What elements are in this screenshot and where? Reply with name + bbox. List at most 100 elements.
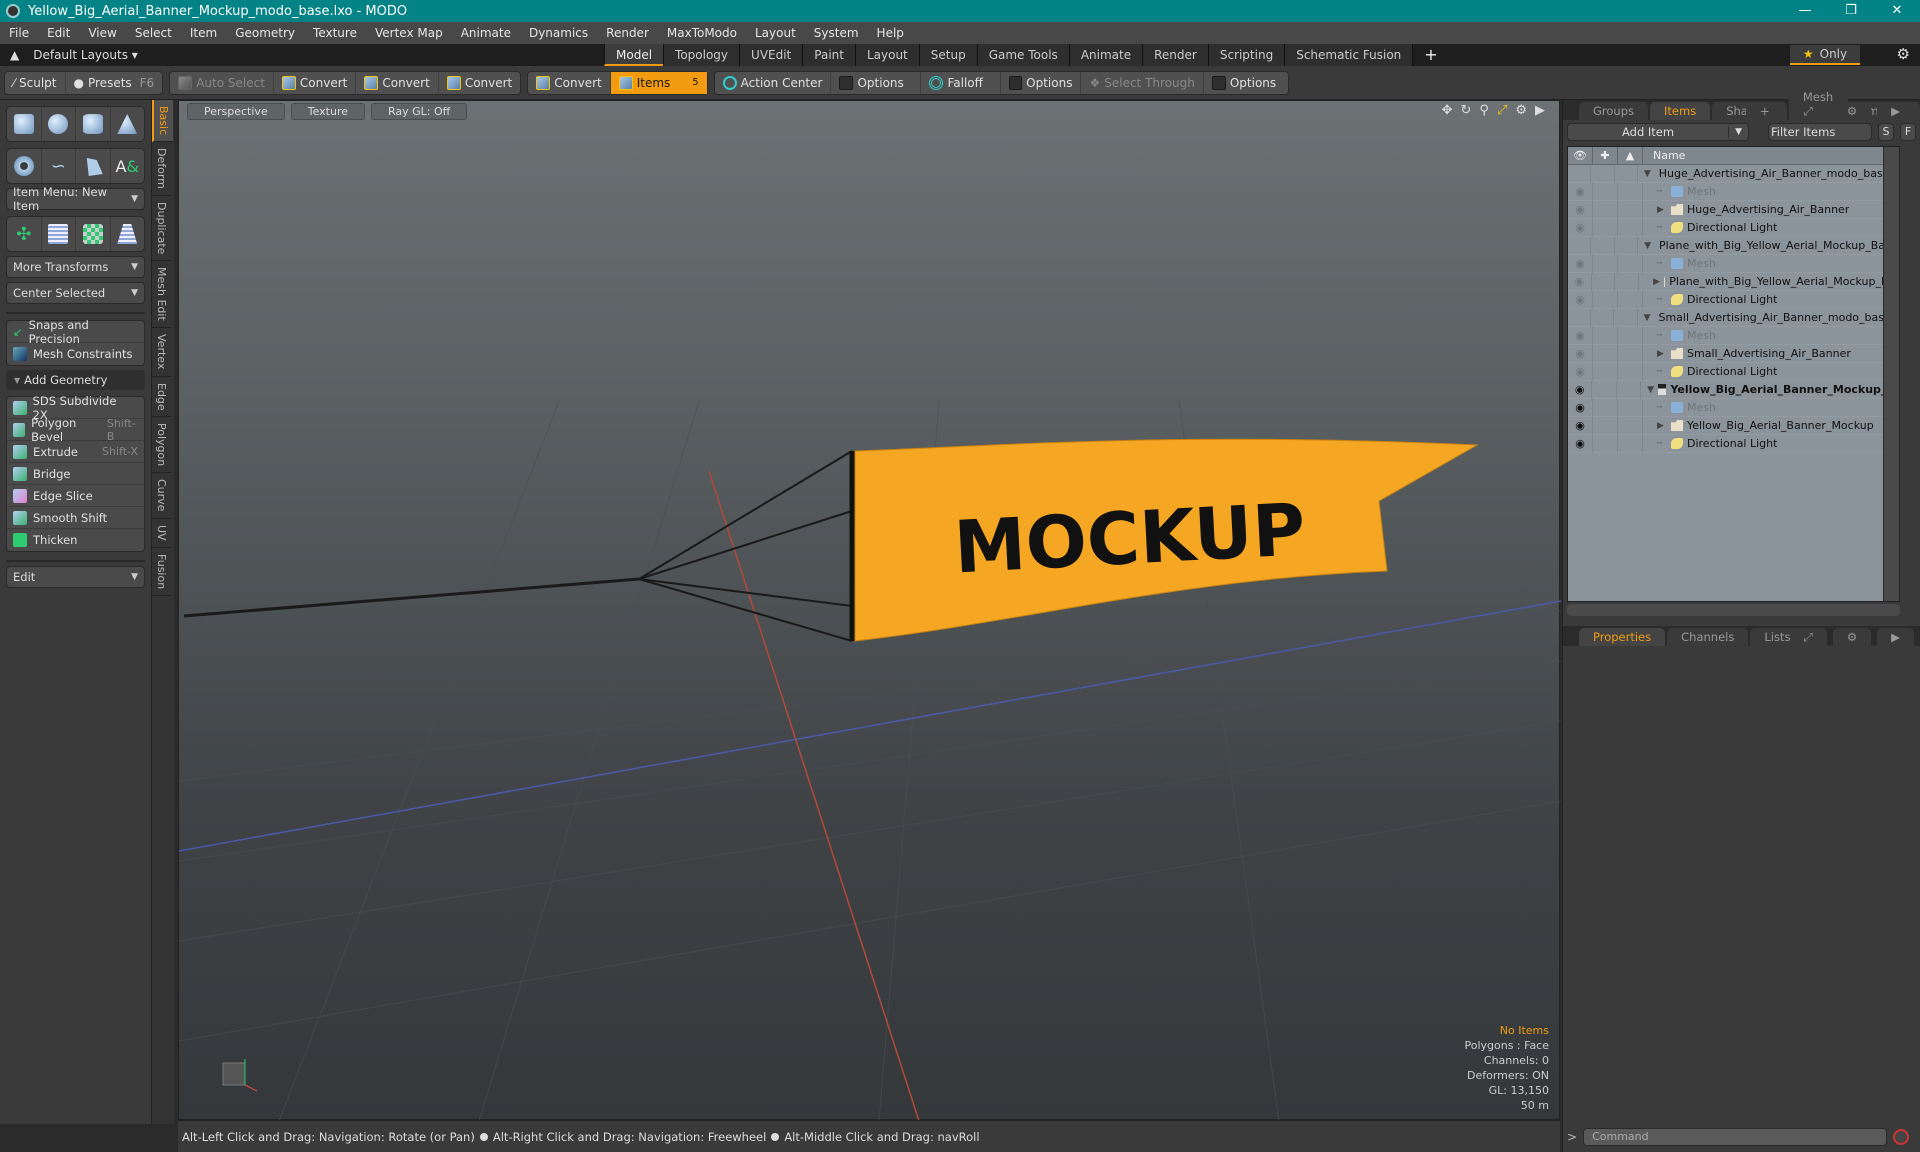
tree-row[interactable]: ◉ ▶ Plane_with_Big_Yellow_Aerial_Mockup_B.…: [1568, 272, 1899, 291]
axis-cell[interactable]: [1618, 218, 1643, 237]
lock-cell[interactable]: [1593, 344, 1618, 363]
bridge-button[interactable]: Bridge: [7, 463, 144, 485]
tree-row[interactable]: ◉ ┈ Directional Light: [1568, 218, 1899, 237]
edit-dropdown[interactable]: Edit ▼: [6, 566, 145, 588]
tree-item-name[interactable]: ▶ Huge_Advertising_Air_Banner: [1643, 203, 1849, 216]
tree-item-name[interactable]: ┈ Mesh: [1643, 257, 1716, 270]
tab-animate[interactable]: Animate: [1068, 44, 1143, 66]
tab-properties[interactable]: Properties: [1579, 628, 1666, 646]
visibility-eye-icon[interactable]: ◉: [1568, 272, 1592, 291]
tab-scripting[interactable]: Scripting: [1207, 44, 1285, 66]
presets-button[interactable]: ● Presets F6: [66, 72, 163, 94]
visibility-eye-icon[interactable]: ◉: [1568, 290, 1593, 309]
tree-item-name[interactable]: ▶ Small_Advertising_Air_Banner: [1643, 347, 1851, 360]
menu-file[interactable]: File: [0, 26, 38, 40]
tree-item-name[interactable]: ▶ Plane_with_Big_Yellow_Aerial_Mockup_B..…: [1639, 275, 1899, 288]
tab-layout[interactable]: Layout: [854, 44, 919, 66]
visibility-eye-icon[interactable]: ◉: [1568, 344, 1593, 363]
axis-cell[interactable]: [1618, 290, 1643, 309]
visibility-eye-icon[interactable]: ◉: [1568, 326, 1593, 345]
tree-row[interactable]: ▼ Plane_with_Big_Yellow_Aerial_Mockup_Ban…: [1568, 236, 1899, 255]
thicken-button[interactable]: Thicken: [7, 529, 144, 551]
vtab-polygon[interactable]: Polygon: [152, 417, 171, 474]
tree-row[interactable]: ◉ ┈ Directional Light: [1568, 434, 1899, 453]
smooth-shift-button[interactable]: Smooth Shift: [7, 507, 144, 529]
taper-button[interactable]: [111, 217, 145, 251]
vtab-basic[interactable]: Basic: [152, 100, 173, 143]
tab-model[interactable]: Model: [604, 44, 664, 66]
maximize-icon[interactable]: ⤢: [1497, 103, 1507, 118]
menu-geometry[interactable]: Geometry: [226, 26, 304, 40]
axis-cell[interactable]: [1618, 398, 1643, 417]
expand-triangle-icon[interactable]: ▶: [1657, 205, 1667, 215]
minimize-button[interactable]: —: [1782, 0, 1828, 22]
visibility-column-icon[interactable]: 👁: [1568, 146, 1593, 165]
tree-row[interactable]: ◉ ┈ Mesh: [1568, 398, 1899, 417]
lock-cell[interactable]: [1592, 380, 1617, 399]
expand-triangle-icon[interactable]: ▶: [1653, 277, 1660, 287]
perspective-view-button[interactable]: Perspective: [187, 103, 285, 120]
f-filter-button[interactable]: F: [1900, 123, 1916, 141]
tab-channels[interactable]: Channels: [1667, 628, 1749, 646]
lock-cell[interactable]: [1593, 362, 1618, 381]
close-button[interactable]: ✕: [1874, 0, 1920, 22]
visibility-eye-icon[interactable]: [1568, 236, 1592, 255]
lock-cell[interactable]: [1591, 236, 1615, 255]
visibility-eye-icon[interactable]: ◉: [1568, 434, 1593, 453]
cone-primitive-button[interactable]: [111, 107, 145, 141]
items-mode-button[interactable]: Items 5: [610, 71, 707, 94]
lock-cell[interactable]: [1593, 434, 1618, 453]
visibility-eye-icon[interactable]: ◉: [1568, 380, 1593, 399]
menu-maxtomodo[interactable]: MaxToModo: [658, 26, 746, 40]
more-transforms-dropdown[interactable]: More Transforms ▼: [6, 256, 145, 278]
menu-dynamics[interactable]: Dynamics: [520, 26, 597, 40]
falloff-button[interactable]: Falloff: [921, 71, 1002, 94]
tree-row[interactable]: ◉ ▶ Huge_Advertising_Air_Banner: [1568, 200, 1899, 219]
tree-item-name[interactable]: ▼ Huge_Advertising_Air_Banner_modo_base .…: [1638, 167, 1899, 180]
expand-arrow-icon[interactable]: ▶: [1877, 102, 1914, 121]
maximize-icon[interactable]: ⤢: [1789, 102, 1827, 121]
tree-row[interactable]: ◉ ┈ Mesh: [1568, 326, 1899, 345]
spiral-primitive-button[interactable]: ∽: [42, 149, 76, 183]
extrude-button[interactable]: Extrude Shift-X: [7, 441, 144, 463]
axis-cell[interactable]: [1615, 236, 1639, 255]
rotate-icon[interactable]: ↻: [1461, 103, 1472, 118]
tree-row[interactable]: ◉ ▶ Yellow_Big_Aerial_Banner_Mockup: [1568, 416, 1899, 435]
snaps-and-precision-button[interactable]: ↙ Snaps and Precision: [7, 318, 144, 346]
visibility-eye-icon[interactable]: ◉: [1568, 218, 1593, 237]
axis-cell[interactable]: [1615, 272, 1640, 291]
torus-primitive-button[interactable]: [7, 149, 42, 183]
texture-shading-button[interactable]: Texture: [290, 103, 365, 120]
axis-cell[interactable]: [1614, 308, 1638, 327]
deform-grid-button[interactable]: [42, 217, 76, 251]
tree-row[interactable]: ▼ Huge_Advertising_Air_Banner_modo_base .…: [1568, 164, 1899, 183]
falloff-options-button[interactable]: Options: [1001, 71, 1082, 94]
visibility-eye-icon[interactable]: ◉: [1568, 362, 1593, 381]
tab-game-tools[interactable]: Game Tools: [976, 44, 1069, 66]
select-through-options-button[interactable]: Options: [1204, 72, 1288, 94]
gear-icon[interactable]: ⚙: [1832, 102, 1872, 121]
edge-slice-button[interactable]: Edge Slice: [7, 485, 144, 507]
lock-cell[interactable]: [1593, 218, 1618, 237]
record-icon[interactable]: [1893, 1129, 1910, 1145]
name-column-header[interactable]: Name: [1643, 149, 1685, 162]
axis-cell[interactable]: [1618, 326, 1643, 345]
collapse-triangle-icon[interactable]: ▼: [1647, 385, 1654, 395]
tab-setup[interactable]: Setup: [918, 44, 977, 66]
tree-row[interactable]: ▼ Small_Advertising_Air_Banner_modo_base …: [1568, 308, 1899, 327]
text-tool-button[interactable]: A&: [111, 149, 145, 183]
restore-button[interactable]: ❐: [1828, 0, 1874, 22]
tree-item-name[interactable]: ▼ Small_Advertising_Air_Banner_modo_base …: [1638, 311, 1899, 324]
axis-cell[interactable]: [1618, 362, 1643, 381]
tree-item-name[interactable]: ┈ Mesh: [1643, 329, 1716, 342]
convert-vertices-button[interactable]: Convert: [274, 71, 357, 94]
vtab-vertex[interactable]: Vertex: [152, 328, 171, 377]
tab-topology[interactable]: Topology: [663, 44, 740, 66]
vtab-duplicate[interactable]: Duplicate: [152, 196, 171, 262]
tree-item-name[interactable]: ┈ Mesh: [1643, 401, 1716, 414]
menu-select[interactable]: Select: [126, 26, 181, 40]
layout-up-icon[interactable]: ▲: [10, 48, 19, 62]
axis-cell[interactable]: [1618, 344, 1643, 363]
maximize-icon[interactable]: ⤢: [1789, 628, 1827, 647]
visibility-eye-icon[interactable]: [1568, 308, 1592, 327]
